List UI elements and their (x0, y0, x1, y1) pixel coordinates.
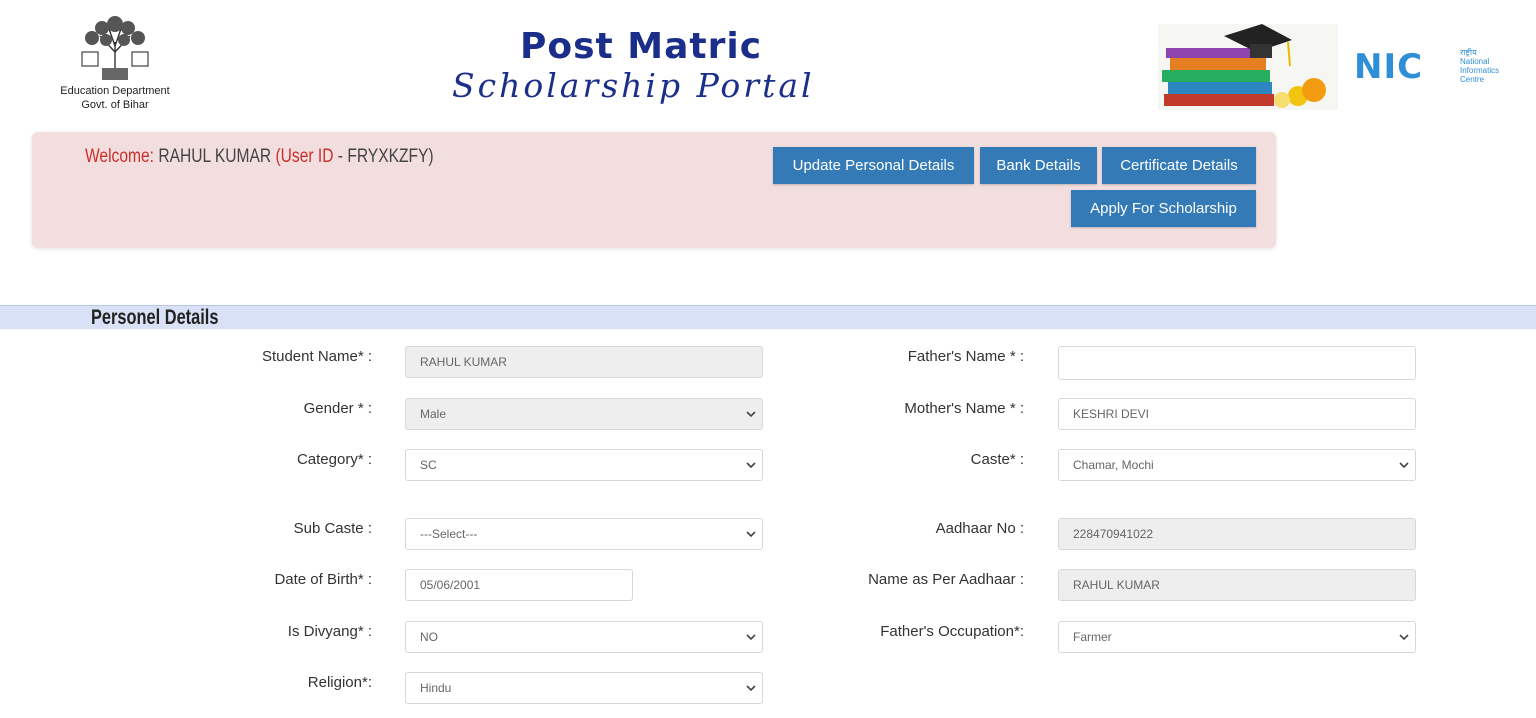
welcome-prefix: Welcome: (85, 146, 154, 167)
chevron-down-icon (746, 411, 756, 418)
chevron-down-icon (746, 531, 756, 538)
category-label: Category* : (296, 451, 372, 468)
father-occupation-value: Farmer (1073, 630, 1112, 644)
govt-name: Govt. of Bihar (81, 99, 149, 111)
dob-input[interactable]: 05/06/2001 (405, 569, 633, 601)
caste-select[interactable]: Chamar, Mochi (1058, 449, 1416, 481)
father-name-label: Father's Name * : (907, 348, 1024, 365)
aadhaar-no-field[interactable]: 228470941022 (1058, 518, 1416, 550)
chevron-down-icon (746, 685, 756, 692)
section-title: Personel Details (91, 306, 219, 329)
welcome-user-name: RAHUL KUMAR (158, 146, 272, 167)
update-personal-details-button[interactable]: Update Personal Details (773, 147, 974, 184)
caste-value: Chamar, Mochi (1073, 458, 1154, 472)
welcome-message: Welcome: RAHUL KUMAR (User ID - FRYXKZFY… (85, 146, 434, 168)
welcome-userid-value: - FRYXKZFY) (333, 146, 434, 167)
student-name-label: Student Name* : (261, 348, 372, 365)
sub-caste-value: ---Select--- (420, 527, 478, 541)
religion-select[interactable]: Hindu (405, 672, 763, 704)
father-name-input[interactable] (1058, 346, 1416, 380)
bank-details-button[interactable]: Bank Details (980, 147, 1097, 184)
chevron-down-icon (746, 462, 756, 469)
gender-value: Male (420, 407, 447, 421)
nic-text: राष्ट्रीय National Informatics Centre (1460, 48, 1500, 84)
welcome-userid-label: (User ID (275, 146, 334, 167)
gender-label: Gender * : (303, 400, 372, 417)
apply-for-scholarship-button[interactable]: Apply For Scholarship (1071, 190, 1256, 227)
bihar-emblem-logo: Education Department Govt. of Bihar (40, 12, 190, 120)
site-header: Education Department Govt. of Bihar Post… (0, 0, 1536, 132)
portal-title-line1: Post Matric (520, 26, 763, 67)
category-select[interactable]: SC (405, 449, 763, 481)
religion-value: Hindu (420, 681, 452, 695)
father-occupation-select[interactable]: Farmer (1058, 621, 1416, 653)
chevron-down-icon (746, 634, 756, 641)
sub-caste-select[interactable]: ---Select--- (405, 518, 763, 550)
divyang-value: NO (420, 630, 438, 644)
gender-select[interactable]: Male (405, 398, 763, 430)
nic-logo: NIC राष्ट्रीय National Informatics Centr… (1354, 48, 1529, 88)
name-as-aadhaar-field[interactable]: RAHUL KUMAR (1058, 569, 1416, 601)
welcome-panel: Welcome: RAHUL KUMAR (User ID - FRYXKZFY… (32, 132, 1276, 248)
chevron-down-icon (1399, 634, 1409, 641)
nic-letters: NIC (1354, 47, 1424, 87)
mother-name-input[interactable]: KESHRI DEVI (1058, 398, 1416, 430)
caste-label: Caste* : (970, 451, 1024, 468)
dob-label: Date of Birth* : (274, 571, 372, 588)
chevron-down-icon (1399, 462, 1409, 469)
divyang-label: Is Divyang* : (287, 623, 372, 640)
bodhi-tree-icon (81, 16, 149, 80)
sub-caste-label: Sub Caste : (293, 520, 372, 537)
religion-label: Religion*: (307, 674, 372, 691)
aadhaar-no-label: Aadhaar No : (935, 520, 1024, 537)
mother-name-label: Mother's Name * : (904, 400, 1024, 417)
certificate-details-button[interactable]: Certificate Details (1102, 147, 1256, 184)
name-as-aadhaar-label: Name as Per Aadhaar : (868, 571, 1024, 588)
student-name-field[interactable]: RAHUL KUMAR (405, 346, 763, 378)
divyang-select[interactable]: NO (405, 621, 763, 653)
dept-name: Education Department (60, 85, 170, 97)
portal-title-line2: Scholarship Portal (452, 66, 815, 105)
personal-details-section-bar: Personel Details (0, 305, 1536, 329)
father-occupation-label: Father's Occupation*: (880, 623, 1024, 640)
books-graduation-cap-icon (1158, 24, 1338, 110)
category-value: SC (420, 458, 437, 472)
